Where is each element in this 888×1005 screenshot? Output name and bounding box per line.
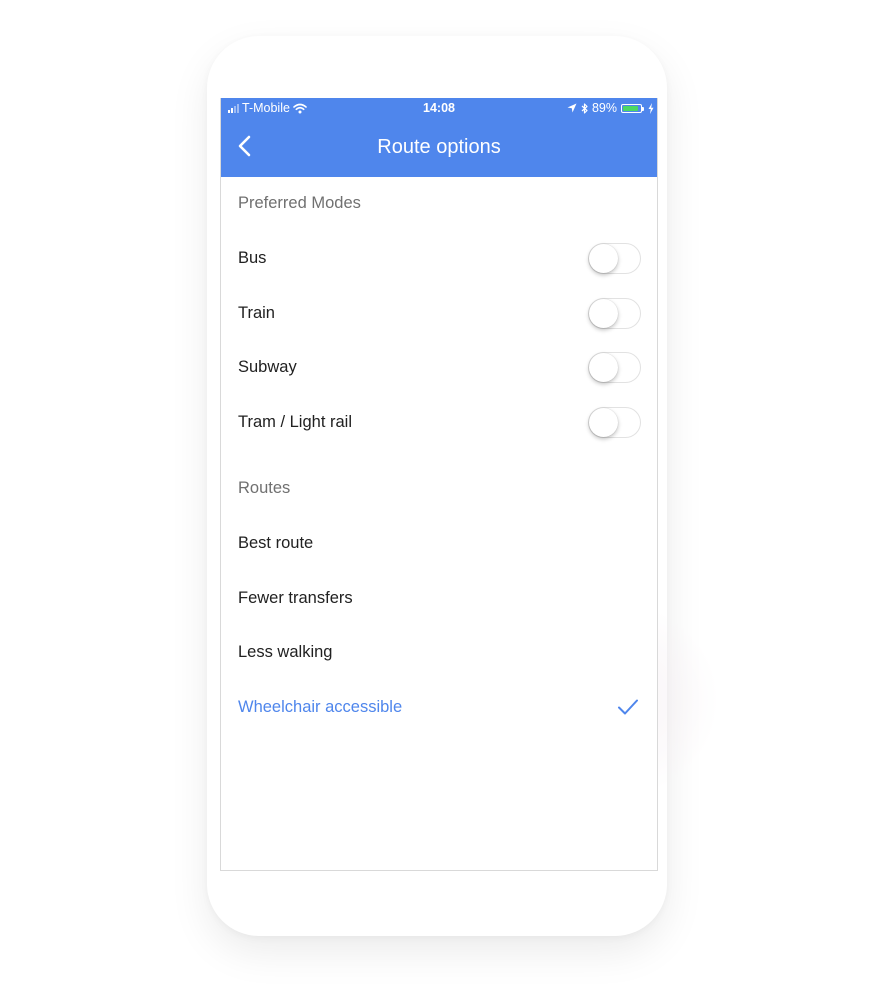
battery-level-fill bbox=[623, 105, 639, 111]
route-option-best-route[interactable]: Best route bbox=[221, 519, 657, 569]
route-option-less-walking[interactable]: Less walking bbox=[221, 628, 657, 678]
mode-row-tram[interactable]: Tram / Light rail bbox=[221, 398, 657, 448]
phone-screen: T-Mobile 14:08 89% Route options Preferr… bbox=[220, 98, 658, 871]
location-arrow-icon bbox=[567, 103, 577, 113]
toggle-knob bbox=[589, 299, 618, 328]
charging-icon bbox=[648, 102, 654, 114]
tram-toggle[interactable] bbox=[588, 407, 641, 438]
toggle-knob bbox=[589, 408, 618, 437]
status-bar: T-Mobile 14:08 89% bbox=[221, 98, 657, 118]
status-right: 89% bbox=[567, 98, 654, 118]
bluetooth-icon bbox=[581, 102, 588, 114]
mode-label: Tram / Light rail bbox=[238, 413, 353, 431]
bus-toggle[interactable] bbox=[588, 243, 641, 274]
battery-icon bbox=[621, 103, 644, 113]
route-option-wheelchair-accessible[interactable]: Wheelchair accessible bbox=[221, 683, 657, 733]
mode-label: Train bbox=[238, 304, 275, 322]
mode-row-train[interactable]: Train bbox=[221, 289, 657, 339]
battery-percent: 89% bbox=[591, 101, 617, 115]
mode-row-bus[interactable]: Bus bbox=[221, 234, 657, 284]
route-label: Best route bbox=[238, 534, 314, 552]
toggle-knob bbox=[589, 244, 618, 273]
route-option-fewer-transfers[interactable]: Fewer transfers bbox=[221, 574, 657, 624]
mode-row-subway[interactable]: Subway bbox=[221, 343, 657, 393]
app-bar: T-Mobile 14:08 89% Route options bbox=[221, 98, 657, 177]
subway-toggle[interactable] bbox=[588, 352, 641, 383]
section-header-routes: Routes bbox=[238, 479, 291, 497]
route-label: Less walking bbox=[238, 643, 333, 661]
section-header-preferred-modes: Preferred Modes bbox=[238, 194, 361, 212]
toggle-knob bbox=[589, 353, 618, 382]
mode-label: Subway bbox=[238, 358, 297, 376]
train-toggle[interactable] bbox=[588, 298, 641, 329]
route-label: Fewer transfers bbox=[238, 589, 353, 607]
page-title: Route options bbox=[377, 136, 501, 158]
mode-label: Bus bbox=[238, 249, 267, 267]
route-label: Wheelchair accessible bbox=[238, 698, 403, 716]
checkmark-icon bbox=[618, 699, 638, 715]
stage: T-Mobile 14:08 89% Route options Preferr… bbox=[0, 0, 888, 1005]
